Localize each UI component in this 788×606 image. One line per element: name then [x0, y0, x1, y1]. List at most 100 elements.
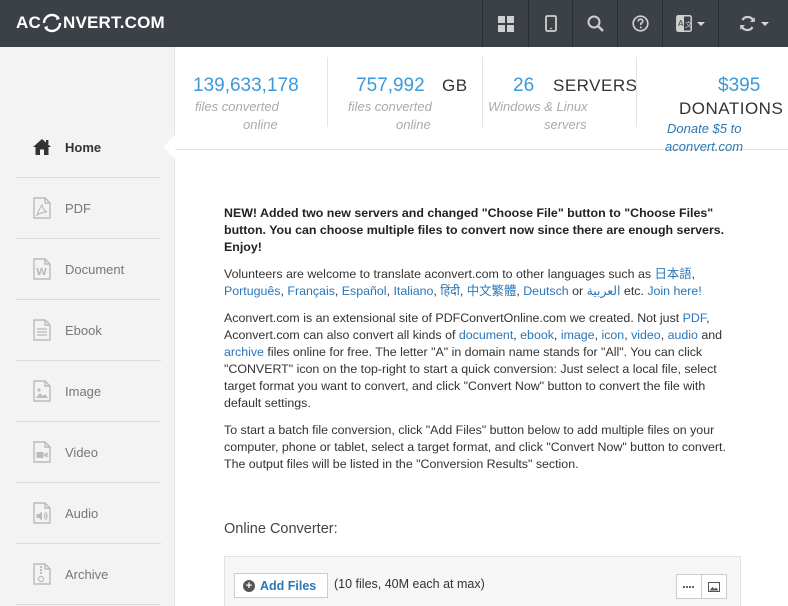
sidebar-item-ebook[interactable]: Ebook	[16, 300, 161, 361]
main-content: NEW! Added two new servers and changed "…	[224, 205, 734, 483]
stat-caption: servers	[544, 117, 587, 132]
stat-caption: files converted	[195, 99, 279, 114]
lang-link-french[interactable]: Français	[287, 284, 335, 298]
stat-caption: files converted	[348, 99, 432, 114]
chevron-down-icon	[760, 21, 769, 26]
stat-unit: SERVERS	[553, 76, 638, 95]
add-files-button[interactable]: + Add Files	[234, 573, 328, 598]
image-icon	[33, 380, 51, 402]
language-icon: A 文	[676, 15, 692, 32]
document-icon: W	[33, 258, 51, 280]
sidebar: Home PDF W Document Ebook Image Video Au…	[0, 47, 175, 606]
lang-link-arabic[interactable]: العربية	[587, 284, 621, 298]
convert-icon	[739, 15, 755, 32]
sidebar-item-video[interactable]: Video	[16, 422, 161, 483]
sidebar-item-label: Image	[65, 383, 102, 399]
ebook-icon	[33, 319, 51, 341]
add-files-label: Add Files	[260, 578, 317, 593]
list-view-button[interactable]	[676, 574, 702, 599]
svg-text:W: W	[36, 267, 47, 278]
stat-unit: DONATIONS	[679, 99, 784, 118]
logo-cycle-icon	[42, 13, 62, 33]
sidebar-item-document[interactable]: W Document	[16, 239, 161, 300]
sidebar-item-label: Document	[65, 261, 125, 277]
lang-link-german[interactable]: Deutsch	[523, 284, 568, 298]
paragraph-text: or	[568, 284, 587, 298]
stat-unit: GB	[442, 76, 468, 95]
sidebar-item-label: Home	[65, 139, 102, 155]
search-icon	[587, 15, 604, 32]
stat-donations: $395 DONATIONS Donate $5 to aconvert.com	[637, 47, 788, 154]
image-link[interactable]: image	[561, 328, 595, 342]
donate-link[interactable]: Donate $5 to	[667, 120, 741, 138]
svg-text:文: 文	[685, 20, 692, 29]
stat-servers: 26 SERVERS Windows & Linux servers	[483, 47, 637, 150]
stats-bar: 139,633,178 files converted online 757,9…	[175, 47, 788, 154]
sidebar-item-archive[interactable]: Archive	[16, 544, 161, 605]
donate-link[interactable]: aconvert.com	[665, 138, 743, 156]
lang-link-spanish[interactable]: Español	[342, 284, 387, 298]
thumbnail-view-button[interactable]	[701, 574, 727, 599]
document-link[interactable]: document	[459, 328, 513, 342]
sidebar-item-label: Video	[65, 444, 99, 460]
sidebar-item-home[interactable]: Home	[16, 117, 161, 178]
logo-suffix: NVERT.COM	[62, 13, 165, 32]
stat-number: 26	[513, 75, 535, 96]
sidebar-item-audio[interactable]: Audio	[16, 483, 161, 544]
batch-paragraph: To start a batch file conversion, click …	[224, 423, 726, 471]
grid-menu-button[interactable]	[482, 0, 528, 47]
news-announcement: NEW! Added two new servers and changed "…	[224, 206, 725, 254]
stat-number: $395	[718, 75, 761, 96]
paragraph-text: Aconvert.com is an extensional site of P…	[224, 311, 683, 325]
stat-caption: online	[243, 117, 278, 132]
home-icon	[33, 139, 51, 155]
stat-caption: online	[396, 117, 431, 132]
converter-title: Online Converter:	[224, 521, 338, 537]
paragraph-text: Volunteers are welcome to translate acon…	[224, 267, 655, 281]
sidebar-item-label: Audio	[65, 505, 99, 521]
stat-caption: Windows & Linux	[488, 99, 588, 114]
list-view-icon	[683, 585, 694, 588]
sidebar-item-label: Ebook	[65, 322, 102, 338]
video-icon	[33, 441, 51, 463]
search-button[interactable]	[572, 0, 617, 47]
grid-icon	[497, 15, 514, 32]
join-link[interactable]: Join here!	[647, 284, 701, 298]
lang-link-chinese[interactable]: 中文繁體	[467, 284, 517, 298]
top-navbar: AC NVERT.COM A 文	[0, 0, 788, 47]
ebook-link[interactable]: ebook	[520, 328, 554, 342]
stat-size: 757,992 GB files converted online	[328, 47, 483, 150]
stat-number: 757,992	[356, 75, 425, 96]
about-paragraph: Aconvert.com is an extensional site of P…	[224, 311, 723, 410]
pdf-link[interactable]: PDF	[683, 311, 706, 325]
help-icon	[631, 15, 649, 32]
audio-icon	[33, 502, 51, 524]
sidebar-item-label: PDF	[65, 200, 91, 216]
archive-link[interactable]: archive	[224, 345, 264, 359]
lang-link-portuguese[interactable]: Português	[224, 284, 280, 298]
stat-number: 139,633,178	[193, 75, 299, 96]
paragraph-text: etc.	[620, 284, 648, 298]
paragraph-text: files online for free. The letter "A" in…	[224, 345, 717, 410]
sidebar-item-pdf[interactable]: PDF	[16, 178, 161, 239]
chevron-down-icon	[697, 21, 705, 26]
archive-icon	[33, 563, 51, 585]
file-limit-text: (10 files, 40M each at max)	[334, 577, 485, 591]
pdf-icon	[33, 197, 51, 219]
video-link[interactable]: video	[631, 328, 661, 342]
lang-link-hindi[interactable]: हिंदी	[440, 284, 460, 298]
quick-convert-dropdown[interactable]	[718, 0, 788, 47]
sidebar-item-image[interactable]: Image	[16, 361, 161, 422]
icon-link[interactable]: icon	[601, 328, 624, 342]
logo-prefix: AC	[16, 13, 41, 32]
site-logo[interactable]: AC NVERT.COM	[16, 12, 165, 34]
help-button[interactable]	[617, 0, 662, 47]
paragraph-text: and	[697, 328, 723, 342]
converter-panel: + Add Files (10 files, 40M each at max)	[224, 556, 741, 606]
mobile-button[interactable]	[528, 0, 572, 47]
lang-link-italian[interactable]: Italiano	[393, 284, 433, 298]
audio-link[interactable]: audio	[668, 328, 698, 342]
translate-paragraph: Volunteers are welcome to translate acon…	[224, 267, 702, 298]
lang-link-japanese[interactable]: 日本語	[654, 267, 691, 281]
language-dropdown[interactable]: A 文	[662, 0, 718, 47]
